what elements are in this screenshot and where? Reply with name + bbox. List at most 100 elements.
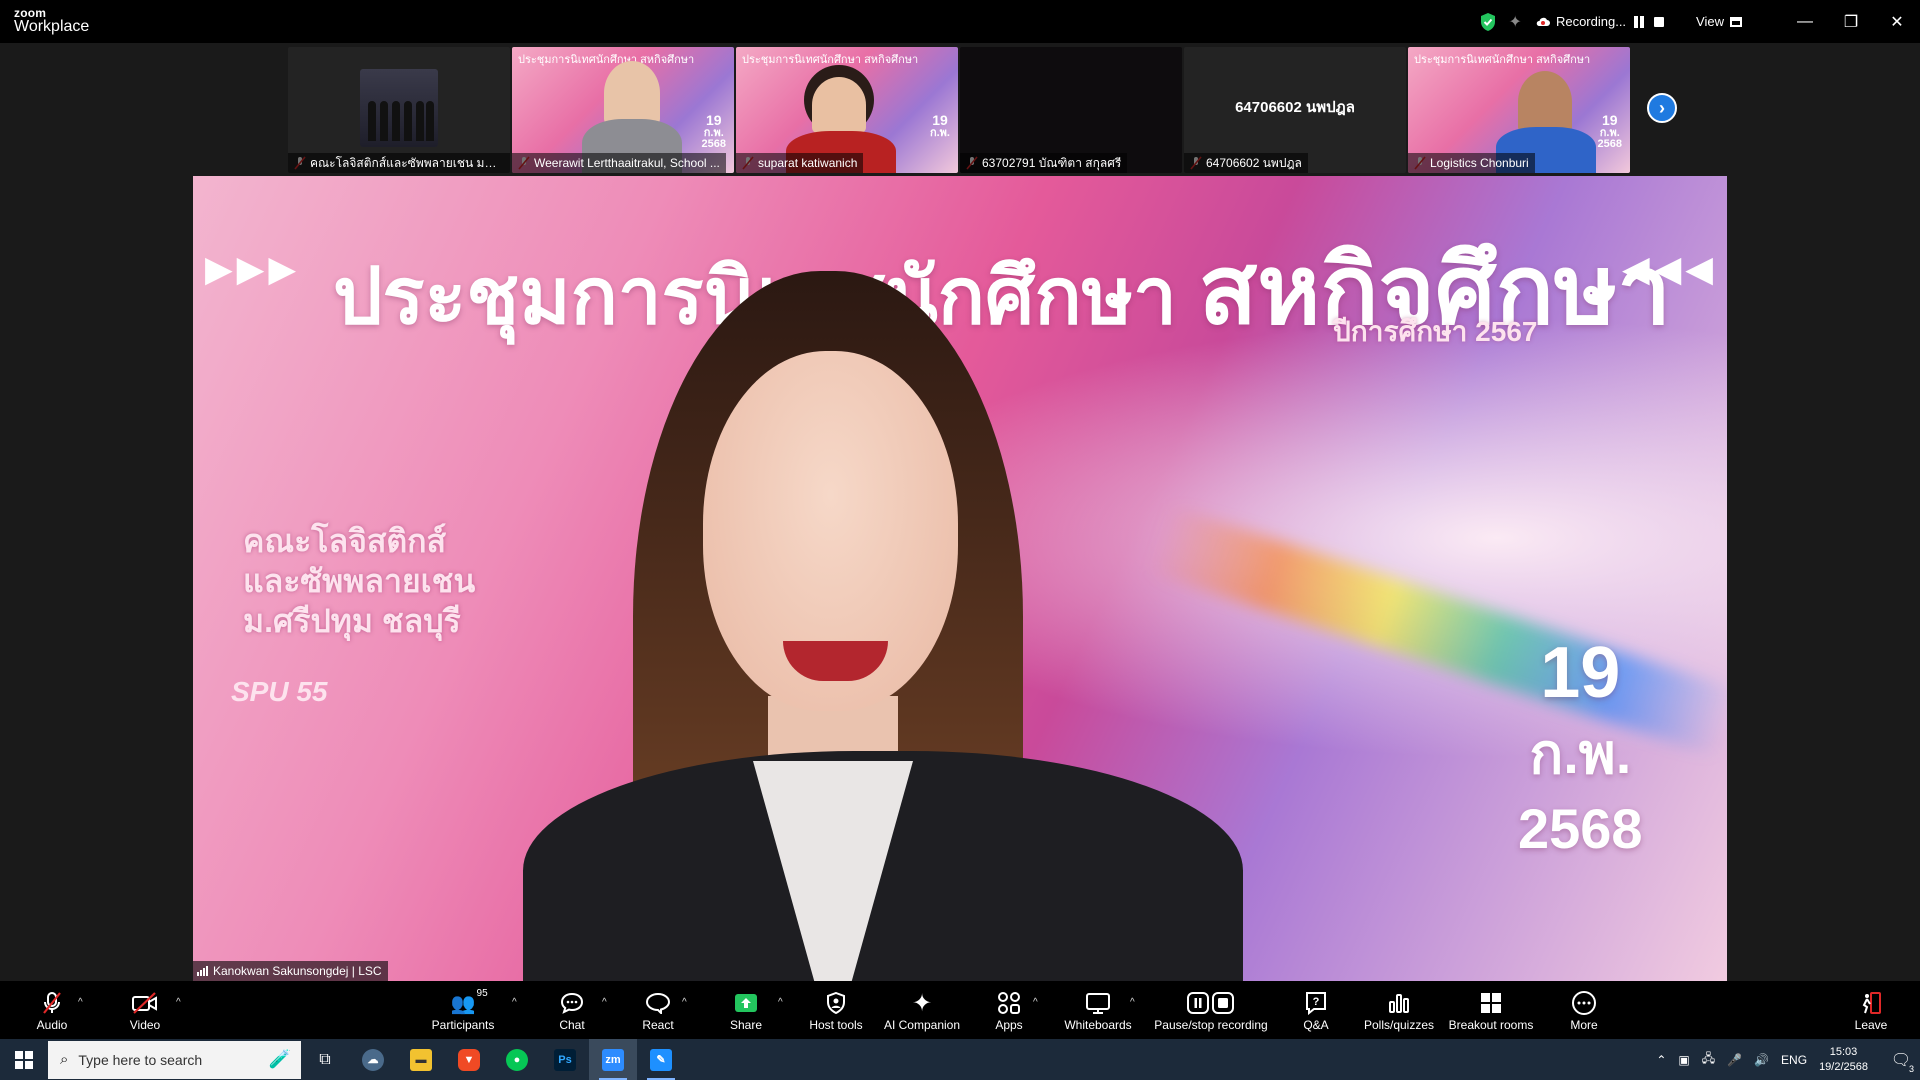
taskbar-app-weather[interactable]: ☁ — [349, 1039, 397, 1080]
tray-app-icon[interactable]: ▣ — [1678, 1053, 1689, 1067]
react-heart-icon — [645, 992, 671, 1014]
taskbar-clock[interactable]: 15:03 19/2/2568 — [1819, 1045, 1868, 1075]
chat-options-caret-icon[interactable]: ^ — [602, 997, 607, 1008]
audio-button[interactable]: Audio — [30, 981, 74, 1039]
whiteboards-button[interactable]: Whiteboards — [1064, 981, 1132, 1039]
participant-big-name: 64706602 นพปฎล — [1235, 99, 1355, 116]
cloud-recording-icon — [1536, 17, 1550, 26]
encryption-shield-icon[interactable] — [1479, 12, 1497, 32]
taskbar-app-file-explorer[interactable]: ▬ — [397, 1039, 445, 1080]
chat-button[interactable]: Chat — [556, 981, 588, 1039]
participant-tile[interactable]: ประชุมการนิเทศนักศึกษา สหกิจศึกษา 19 ก.พ.… — [736, 47, 958, 173]
close-button[interactable]: ✕ — [1874, 0, 1920, 43]
taskbar-app-photoshop[interactable]: Ps — [541, 1039, 589, 1080]
whiteboards-options-caret-icon[interactable]: ^ — [1130, 997, 1135, 1008]
banner-arrows-right: ◀◀◀ — [1621, 248, 1717, 289]
ai-sparkle-icon[interactable]: ✦ — [1509, 12, 1522, 32]
leave-button[interactable]: Leave — [1854, 981, 1888, 1039]
notification-center-button[interactable]: 🗨 3 — [1882, 1039, 1920, 1080]
whiteboards-label: Whiteboards — [1064, 1018, 1132, 1032]
language-indicator[interactable]: ENG — [1781, 1053, 1807, 1067]
participant-tile[interactable]: ประชุมการนิเทศนักศึกษา สหกิจศึกษา 19 ก.พ.… — [1408, 47, 1630, 173]
more-icon — [1572, 991, 1596, 1015]
participant-thumbnail-strip: คณะโลจิสติกส์และซัพพลายเชน มหาวิ... ประช… — [0, 43, 1920, 176]
task-view-button[interactable]: ⧉ — [301, 1039, 349, 1080]
recording-label: Recording... — [1555, 14, 1627, 29]
view-button[interactable]: View — [1696, 14, 1742, 29]
ai-companion-button[interactable]: ✦ AI Companion — [882, 981, 962, 1039]
network-icon[interactable]: 🖧 — [1702, 1049, 1715, 1070]
signal-strength-icon — [197, 966, 209, 976]
participant-tile[interactable]: คณะโลจิสติกส์และซัพพลายเชน มหาวิ... — [288, 47, 510, 173]
svg-text:?: ? — [1313, 996, 1320, 1008]
logo-bottom: Workplace — [14, 18, 90, 35]
active-speaker-video[interactable]: ▶▶▶ ประชุมการนิเทศนักศึกษา สหกิจศึกษา ◀◀… — [193, 176, 1727, 981]
more-button[interactable]: More — [1566, 981, 1602, 1039]
video-off-icon — [132, 992, 157, 1014]
polls-quizzes-button[interactable]: Polls/quizzes — [1362, 981, 1436, 1039]
windows-taskbar: ⌕ Type here to search 🧪 ⧉ ☁ ▬ ▼ ● Ps zm … — [0, 1039, 1920, 1080]
banner-date: 19 ก.พ. — [929, 112, 950, 139]
taskbar-app-zoom[interactable]: zm — [589, 1039, 637, 1080]
share-options-caret-icon[interactable]: ^ — [778, 997, 783, 1008]
video-options-caret-icon[interactable]: ^ — [176, 997, 181, 1008]
share-label: Share — [729, 1018, 763, 1032]
participant-tile[interactable]: ประชุมการนิเทศนักศึกษา สหกิจศึกษา 19 ก.พ.… — [512, 47, 734, 173]
whiteboard-icon — [1086, 993, 1110, 1014]
host-tools-button[interactable]: Host tools — [808, 981, 864, 1039]
apps-options-caret-icon[interactable]: ^ — [1033, 997, 1038, 1008]
more-label: More — [1570, 1018, 1598, 1032]
meeting-toolbar: Audio ^ Video ^ 👥 95 Participants ^ Chat … — [0, 981, 1920, 1039]
restore-icon: ❐ — [1843, 13, 1859, 31]
taskbar-app-line[interactable]: ● — [493, 1039, 541, 1080]
chat-label: Chat — [559, 1018, 585, 1032]
participants-button[interactable]: 👥 95 Participants — [428, 981, 498, 1039]
audio-options-caret-icon[interactable]: ^ — [78, 997, 83, 1008]
photoshop-icon: Ps — [554, 1048, 576, 1071]
banner-date: 19 ก.พ. 2568 — [1597, 112, 1622, 150]
app-logo: zoom Workplace — [14, 7, 89, 35]
restore-button[interactable]: ❐ — [1828, 0, 1874, 43]
apps-button[interactable]: Apps — [992, 981, 1026, 1039]
start-button[interactable] — [0, 1039, 48, 1080]
search-highlight-icon: 🧪 — [268, 1048, 291, 1069]
share-button[interactable]: Share — [730, 981, 762, 1039]
breakout-rooms-button[interactable]: Breakout rooms — [1448, 981, 1534, 1039]
volume-icon[interactable]: 🔊 — [1754, 1053, 1769, 1067]
muted-mic-icon — [43, 992, 61, 1014]
polls-label: Polls/quizzes — [1363, 1018, 1435, 1032]
show-hidden-icons-icon[interactable]: ⌃ — [1656, 1053, 1666, 1067]
stop-recording-icon[interactable] — [1652, 15, 1666, 29]
folder-icon: ▬ — [410, 1048, 432, 1071]
taskbar-app-brave[interactable]: ▼ — [445, 1039, 493, 1080]
participant-video — [812, 77, 866, 133]
minimize-button[interactable]: — — [1782, 0, 1828, 43]
view-label: View — [1696, 14, 1724, 29]
leave-label: Leave — [1854, 1018, 1888, 1032]
close-icon: ✕ — [1890, 13, 1904, 31]
qa-button[interactable]: ? Q&A — [1300, 981, 1332, 1039]
next-page-button[interactable]: › — [1647, 93, 1677, 123]
host-tools-label: Host tools — [809, 1018, 863, 1032]
react-options-caret-icon[interactable]: ^ — [682, 997, 687, 1008]
line-chat-icon: ● — [506, 1048, 528, 1071]
pause-recording-icon[interactable] — [1632, 15, 1646, 29]
video-button[interactable]: Video — [124, 981, 166, 1039]
pause-stop-recording-button[interactable]: Pause/stop recording — [1154, 981, 1268, 1039]
zoom-window: zoom Workplace ✦ Recording... View — ❐ ✕ — [0, 0, 1920, 1080]
search-icon: ⌕ — [60, 1051, 69, 1068]
recording-indicator[interactable]: Recording... — [1536, 14, 1666, 29]
paint-app-icon: ✎ — [650, 1048, 672, 1071]
taskbar-search-box[interactable]: ⌕ Type here to search 🧪 — [48, 1040, 301, 1079]
apps-icon — [998, 992, 1020, 1014]
banner-arrows-left: ▶▶▶ — [205, 248, 301, 289]
taskbar-app-paint[interactable]: ✎ — [637, 1039, 685, 1080]
participants-options-caret-icon[interactable]: ^ — [512, 997, 517, 1008]
participant-tile[interactable]: 64706602 นพปฎล 64706602 นพปฎล — [1184, 47, 1406, 173]
ai-sparkle-icon: ✦ — [911, 989, 933, 1017]
microphone-icon[interactable]: 🎤 — [1727, 1053, 1742, 1067]
react-button[interactable]: React — [640, 981, 676, 1039]
participant-tile[interactable]: 63702791 บัณฑิตา สกุลศรี — [960, 47, 1182, 173]
zoom-app-icon: zm — [602, 1048, 624, 1071]
task-view-icon: ⧉ — [319, 1050, 331, 1068]
